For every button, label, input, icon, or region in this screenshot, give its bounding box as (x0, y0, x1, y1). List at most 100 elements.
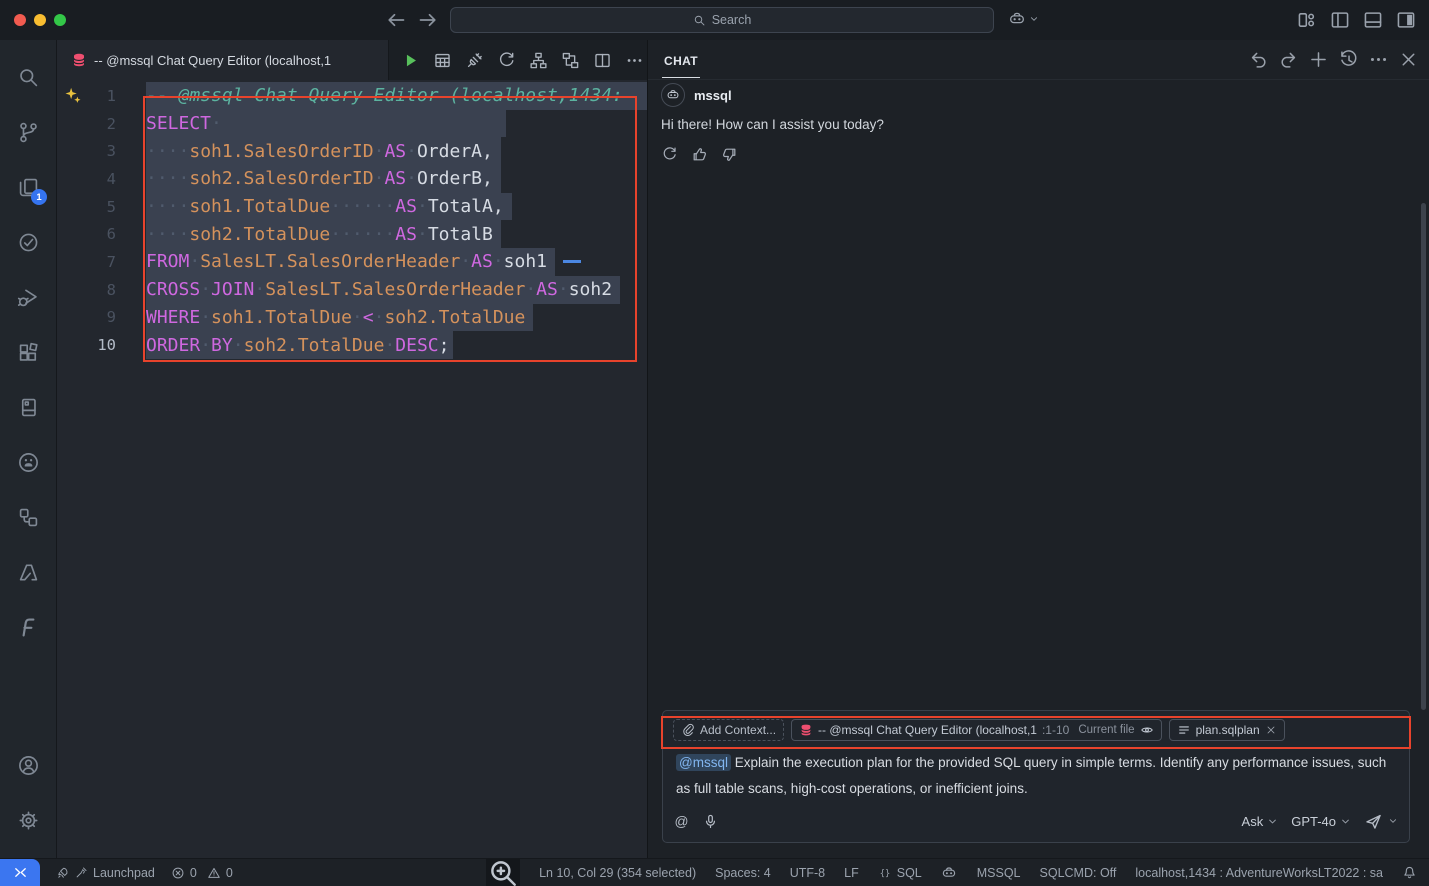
tab-chat[interactable]: CHAT (662, 42, 700, 78)
more-actions-button[interactable] (625, 51, 644, 70)
connect-button[interactable] (465, 51, 484, 70)
helpful-button[interactable] (691, 146, 708, 163)
copilot-status-button[interactable] (941, 865, 958, 881)
selection-pad (450, 331, 453, 359)
voice-input-button[interactable] (702, 813, 719, 830)
cursor-position-indicator[interactable]: Ln 10, Col 29 (354 selected) (539, 866, 696, 880)
error-count: 0 (190, 866, 197, 880)
activity-item-run-debug[interactable] (7, 270, 49, 325)
add-context-button[interactable]: Add Context... (673, 719, 784, 741)
code-token: OrderB, (417, 168, 493, 189)
close-button[interactable] (1398, 49, 1419, 70)
navigate-forward-button[interactable] (416, 8, 440, 32)
whitespace-dots: ······ (330, 196, 395, 217)
change-connection-button[interactable] (497, 51, 516, 70)
line-number: 4 (57, 170, 116, 188)
context-pill-sqlplan[interactable]: plan.sqlplan (1169, 719, 1285, 741)
zoom-indicator-button[interactable] (486, 859, 520, 886)
chat-input-text[interactable]: @mssql Explain the execution plan for th… (673, 743, 1399, 806)
code-token: DESC (395, 335, 438, 356)
undo-button[interactable] (1248, 49, 1269, 70)
run-query-button[interactable] (401, 51, 420, 70)
line-content: ORDER·BY·soh2.TotalDue·DESC; (116, 331, 453, 359)
indentation-indicator[interactable]: Spaces: 4 (715, 866, 771, 880)
results-grid-button[interactable] (433, 51, 452, 70)
context-pill-current-file[interactable]: -- @mssql Chat Query Editor (localhost,1… (791, 719, 1162, 741)
chevron-down-icon[interactable] (1387, 815, 1399, 827)
problems-indicator[interactable]: 0 0 (171, 866, 233, 880)
copilot-sparkle-icon[interactable] (63, 86, 83, 106)
chat-header-actions (1248, 49, 1419, 70)
activity-item-notebooks[interactable] (7, 380, 49, 435)
close-icon[interactable] (1265, 724, 1277, 736)
more-button[interactable] (1368, 49, 1389, 70)
activity-item-azure[interactable] (7, 545, 49, 600)
mention-button[interactable]: @ (673, 813, 690, 830)
sqlcmd-status-item[interactable]: SQLCMD: Off (1040, 866, 1117, 880)
encoding-indicator[interactable]: UTF-8 (790, 866, 825, 880)
model-picker-dropdown[interactable]: GPT-4o (1291, 814, 1352, 829)
whitespace-dots: · (200, 307, 211, 328)
whitespace-dots: · (374, 168, 385, 189)
new-chat-button[interactable] (1308, 49, 1329, 70)
notifications-button[interactable] (1402, 865, 1417, 880)
send-button[interactable] (1364, 812, 1383, 831)
selection-pad (222, 110, 506, 138)
code-line: 8CROSS·JOIN·SalesLT.SalesOrderHeader·AS·… (57, 276, 647, 304)
visualize-schema-button[interactable] (529, 51, 548, 70)
chat-scrollbar[interactable] (1421, 203, 1426, 710)
toggle-panel-button[interactable] (1362, 9, 1384, 31)
activity-item-fabric[interactable] (7, 600, 49, 655)
check-circle-icon (17, 231, 40, 254)
chat-mode-dropdown[interactable]: Ask (1242, 814, 1280, 829)
activity-item-testing[interactable] (7, 215, 49, 270)
launchpad-button[interactable]: Launchpad (56, 866, 155, 880)
activity-item-sql-connections[interactable] (7, 490, 49, 545)
person-icon (17, 754, 40, 777)
activity-item-explorer[interactable]: 1 (7, 160, 49, 215)
navigate-back-button[interactable] (384, 8, 408, 32)
history-icon (1338, 49, 1359, 70)
connection-status-item[interactable]: localhost,1434 : AdventureWorksLT2022 : … (1135, 866, 1383, 880)
code-line: 5····soh1.TotalDue······AS·TotalA, (57, 193, 647, 221)
command-center-search[interactable]: Search (450, 7, 994, 33)
branch-icon (17, 121, 40, 144)
ellipsis-icon (625, 51, 644, 70)
estimated-plan-button[interactable] (561, 51, 580, 70)
eol-indicator[interactable]: LF (844, 866, 859, 880)
zoom-window-button[interactable] (54, 14, 66, 26)
toggle-secondary-sidebar-button[interactable] (1395, 9, 1417, 31)
redo-button[interactable] (1278, 49, 1299, 70)
activity-item-source-control[interactable] (7, 105, 49, 160)
language-mode-indicator[interactable]: {} SQL (878, 866, 922, 880)
editor-body[interactable]: 1-- @mssql Chat Query Editor (localhost,… (57, 80, 647, 858)
line-number: 5 (57, 198, 116, 216)
activity-item-accounts[interactable] (7, 738, 49, 793)
activity-item-github[interactable] (7, 435, 49, 490)
mssql-status-item[interactable]: MSSQL (977, 866, 1021, 880)
selection-pad (547, 248, 555, 276)
minimize-window-button[interactable] (34, 14, 46, 26)
selection-highlight: SELECT· (146, 110, 506, 138)
connect-wand-icon (75, 866, 88, 879)
editor-tab[interactable]: -- @mssql Chat Query Editor (localhost,1 (57, 40, 389, 80)
activity-item-extensions[interactable] (7, 325, 49, 380)
chevron-down-icon (1339, 815, 1352, 828)
retry-button[interactable] (661, 146, 678, 163)
book-icon (17, 396, 40, 419)
close-window-button[interactable] (14, 14, 26, 26)
activity-item-search[interactable] (7, 50, 49, 105)
split-editor-button[interactable] (593, 51, 612, 70)
close-icon (1398, 49, 1419, 70)
activity-item-settings[interactable] (7, 793, 49, 848)
remote-indicator[interactable] (0, 859, 40, 886)
eye-icon[interactable] (1140, 723, 1154, 737)
history-button[interactable] (1338, 49, 1359, 70)
copilot-menu-button[interactable] (1008, 10, 1040, 28)
line-number: 2 (57, 115, 116, 133)
unhelpful-button[interactable] (721, 146, 738, 163)
selection-highlight: CROSS·JOIN·SalesLT.SalesOrderHeader·AS·s… (146, 276, 620, 304)
toggle-primary-sidebar-button[interactable] (1329, 9, 1351, 31)
customize-layout-button[interactable] (1296, 9, 1318, 31)
code-token: CROSS (146, 279, 200, 300)
